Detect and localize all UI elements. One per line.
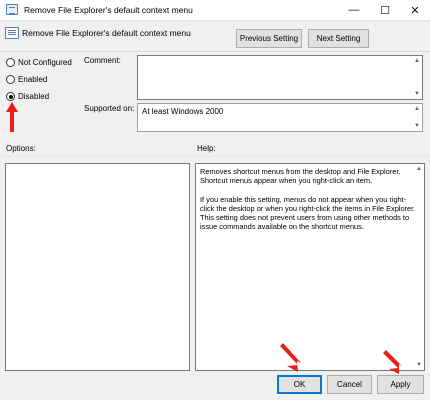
supported-on-value: At least Windows 2000 bbox=[142, 107, 224, 116]
annotation-arrow-disabled-icon bbox=[6, 102, 18, 132]
section-divider bbox=[0, 156, 430, 157]
title-bar: Remove File Explorer's default context m… bbox=[0, 0, 430, 21]
scroll-down-arrow-icon[interactable]: ▼ bbox=[414, 123, 420, 129]
comment-label: Comment: bbox=[84, 56, 121, 65]
help-text: Removes shortcut menus from the desktop … bbox=[196, 164, 424, 244]
help-pane: Removes shortcut menus from the desktop … bbox=[195, 163, 425, 371]
supported-on-label: Supported on: bbox=[84, 104, 135, 113]
scroll-up-arrow-icon[interactable]: ▲ bbox=[414, 58, 420, 64]
scroll-up-arrow-icon[interactable]: ▲ bbox=[414, 106, 420, 112]
radio-circle[interactable] bbox=[6, 58, 15, 67]
next-setting-button[interactable]: Next Setting bbox=[308, 29, 369, 48]
close-button[interactable]: ✕ bbox=[400, 0, 430, 20]
help-paragraph: Removes shortcut menus from the desktop … bbox=[200, 167, 401, 186]
supported-on-field: At least Windows 2000 ▲ ▼ bbox=[137, 103, 423, 132]
annotation-arrow-apply-icon bbox=[383, 350, 402, 374]
ok-button[interactable]: OK bbox=[277, 375, 322, 394]
radio-enabled[interactable]: Enabled bbox=[6, 75, 47, 84]
scroll-down-arrow-icon[interactable]: ▼ bbox=[414, 91, 420, 97]
minimize-button[interactable]: — bbox=[339, 0, 369, 20]
policy-name: Remove File Explorer's default context m… bbox=[22, 28, 191, 38]
radio-circle[interactable] bbox=[6, 75, 15, 84]
maximize-button[interactable]: ☐ bbox=[370, 0, 400, 20]
help-label: Help: bbox=[197, 144, 216, 153]
apply-button[interactable]: Apply bbox=[377, 375, 424, 394]
window-title: Remove File Explorer's default context m… bbox=[24, 5, 193, 15]
scroll-up-arrow-icon[interactable]: ▲ bbox=[416, 166, 422, 172]
radio-label: Not Configured bbox=[18, 58, 72, 67]
comment-textarea[interactable]: ▲ ▼ bbox=[137, 55, 423, 100]
radio-label: Disabled bbox=[18, 92, 50, 101]
options-pane bbox=[5, 163, 190, 371]
previous-setting-button[interactable]: Previous Setting bbox=[236, 29, 302, 48]
help-paragraph: If you enable this setting, menus do not… bbox=[200, 194, 416, 232]
annotation-arrow-ok-icon bbox=[280, 343, 301, 372]
scroll-down-arrow-icon[interactable]: ▼ bbox=[416, 362, 422, 368]
setting-icon bbox=[5, 27, 19, 39]
cancel-button[interactable]: Cancel bbox=[327, 375, 372, 394]
options-label: Options: bbox=[6, 144, 36, 153]
header-divider bbox=[0, 51, 430, 52]
policy-window-icon bbox=[6, 4, 18, 15]
radio-not-configured[interactable]: Not Configured bbox=[6, 58, 72, 67]
radio-label: Enabled bbox=[18, 75, 48, 84]
